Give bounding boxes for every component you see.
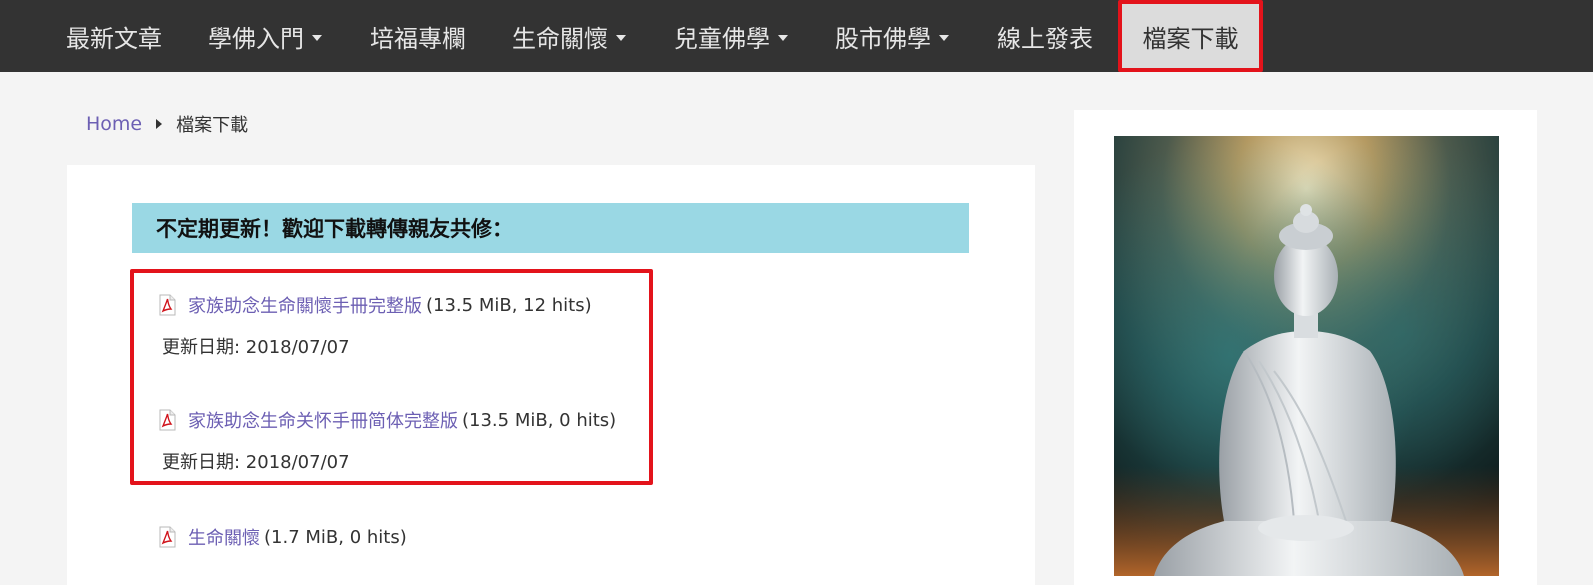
breadcrumb-current: 檔案下載 [176,115,249,136]
file-update-date: 更新日期: 2018/07/07 [162,337,350,358]
nav-item-file-download[interactable]: 檔案下載 [1118,0,1263,72]
nav-item-life-care[interactable]: 生命關懷 [512,0,626,72]
caret-down-icon [939,34,949,41]
nav-item-stock-buddhism[interactable]: 股市佛學 [835,0,949,72]
pdf-icon [158,409,177,431]
nav-item-online-publish[interactable]: 線上發表 [997,0,1093,72]
breadcrumb: Home 檔案下載 [86,110,248,138]
file-entry: 家族助念生命关怀手冊简体完整版 (13.5 MiB, 0 hits) [158,407,616,433]
nav-item-label: 培福專欄 [370,24,466,53]
sidebar-panel [1074,110,1537,585]
file-meta: (13.5 MiB, 12 hits) [426,294,592,316]
breadcrumb-home-link[interactable]: Home [86,113,142,135]
pdf-icon [158,526,177,548]
nav-item-latest-articles[interactable]: 最新文章 [66,0,162,72]
file-download-link[interactable]: 家族助念生命關懷手冊完整版 [188,292,422,318]
file-entry: 生命關懷 (1.7 MiB, 0 hits) [158,524,407,550]
file-download-link[interactable]: 生命關懷 [188,524,260,550]
pdf-icon [158,294,177,316]
file-entry: 家族助念生命關懷手冊完整版 (13.5 MiB, 12 hits) [158,292,592,318]
nav-item-label: 生命關懷 [512,24,608,53]
caret-down-icon [616,34,626,41]
nav-item-label: 檔案下載 [1142,24,1239,53]
file-download-link[interactable]: 家族助念生命关怀手冊简体完整版 [188,407,458,433]
caret-down-icon [778,34,788,41]
file-meta: (1.7 MiB, 0 hits) [264,526,407,548]
file-meta: (13.5 MiB, 0 hits) [462,409,617,431]
caret-right-icon [156,119,163,129]
buddha-statue-image [1114,136,1499,576]
caret-down-icon [312,34,322,41]
top-navbar: 最新文章 學佛入門 培福專欄 生命關懷 兒童佛學 股市佛學 線上發表 檔案下載 [0,0,1593,72]
nav-item-label: 股市佛學 [835,24,931,53]
nav-item-label: 兒童佛學 [674,24,770,53]
category-header: 不定期更新！歡迎下載轉傳親友共修： [132,203,969,253]
nav-item-label: 線上發表 [997,24,1093,53]
file-update-date: 更新日期: 2018/07/07 [162,452,350,473]
nav-item-children-buddhism[interactable]: 兒童佛學 [674,0,788,72]
nav-item-merit-column[interactable]: 培福專欄 [370,0,466,72]
nav-item-buddhism-intro[interactable]: 學佛入門 [208,0,322,72]
nav-item-label: 最新文章 [66,24,162,53]
main-content-panel: 不定期更新！歡迎下載轉傳親友共修： 家族助念生命關懷手冊完整版 (13.5 Mi… [67,165,1035,585]
nav-item-label: 學佛入門 [208,24,304,53]
